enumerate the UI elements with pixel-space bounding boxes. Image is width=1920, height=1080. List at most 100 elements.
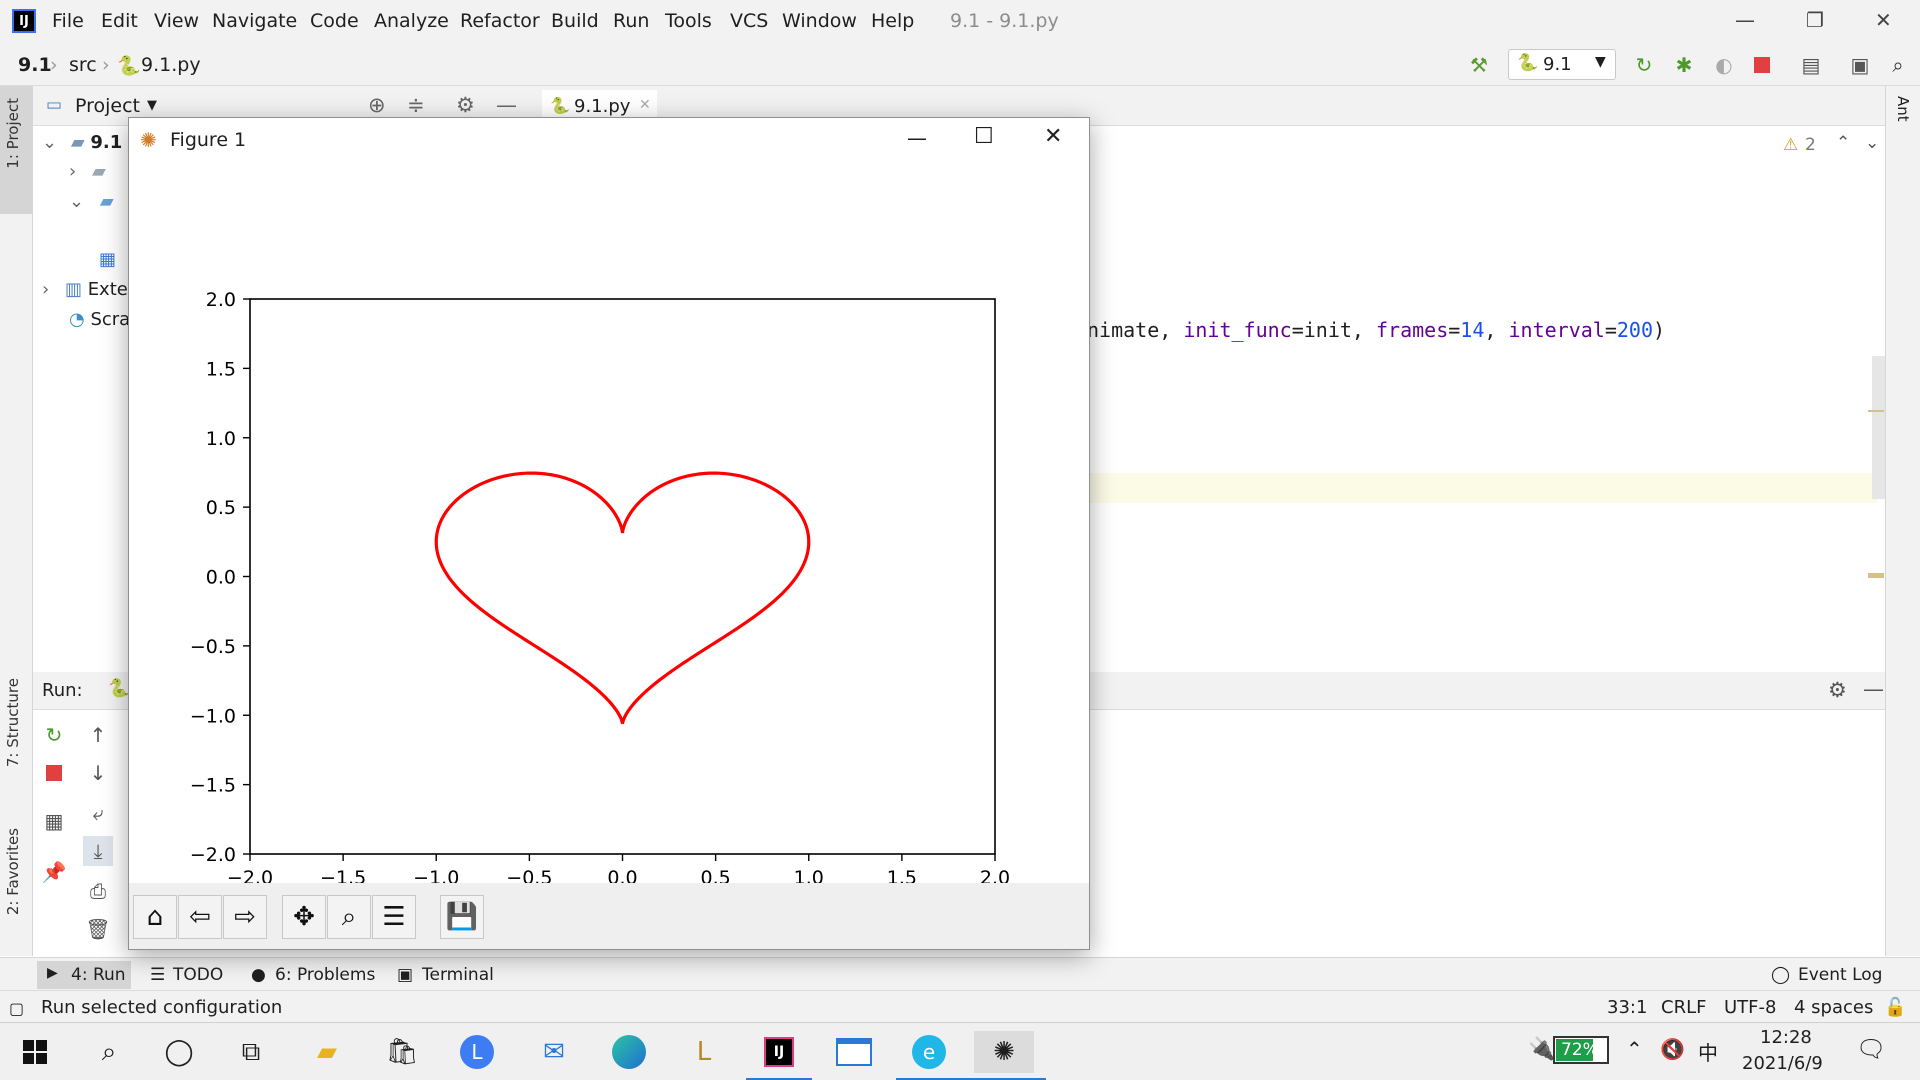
- menu-build[interactable]: Build: [551, 10, 599, 32]
- menu-analyze[interactable]: Analyze: [374, 10, 449, 32]
- tree-row-root[interactable]: ⌄ ▰ 9.1: [33, 132, 122, 153]
- file-encoding[interactable]: UTF-8: [1724, 997, 1776, 1018]
- code-line[interactable]: nimate, init_func=init, frames=14, inter…: [1087, 318, 1665, 342]
- editor-scrollbar[interactable]: [1872, 356, 1885, 499]
- line-separator[interactable]: CRLF: [1661, 997, 1706, 1018]
- power-plug-icon[interactable]: 🔌: [1528, 1037, 1555, 1062]
- tab-favorites[interactable]: 2: Favorites: [4, 828, 22, 915]
- breadcrumb-folder[interactable]: src: [69, 54, 97, 76]
- stop-icon[interactable]: [1748, 51, 1776, 79]
- tree-row-scratches[interactable]: ◔ Scra: [33, 309, 130, 330]
- configure-subplots-icon[interactable]: ☰: [372, 895, 416, 939]
- project-view-label[interactable]: Project: [75, 95, 140, 117]
- zoom-icon[interactable]: ⌕: [327, 895, 371, 939]
- tree-row-src[interactable]: ⌄ ▰: [33, 191, 114, 212]
- menu-navigate[interactable]: Navigate: [212, 10, 297, 32]
- close-tab-icon[interactable]: ✕: [639, 97, 651, 113]
- pin-icon[interactable]: 📌: [39, 857, 69, 887]
- menu-vcs[interactable]: VCS: [730, 10, 768, 32]
- battery-indicator[interactable]: 72%: [1553, 1036, 1609, 1064]
- tab-todo[interactable]: TODO: [173, 965, 223, 985]
- menu-view[interactable]: View: [154, 10, 199, 32]
- arrow-down-icon[interactable]: ↓: [83, 758, 113, 788]
- menu-code[interactable]: Code: [310, 10, 359, 32]
- print-icon[interactable]: ⎙: [83, 876, 113, 906]
- menu-refactor[interactable]: Refactor: [460, 10, 540, 32]
- build-hammer-icon[interactable]: ⚒: [1465, 51, 1493, 79]
- lark-icon[interactable]: L: [456, 1031, 498, 1073]
- task-view-icon[interactable]: ⧉: [230, 1031, 272, 1073]
- hide-icon[interactable]: —: [496, 93, 517, 117]
- back-arrow-icon[interactable]: ⇦: [178, 895, 222, 939]
- edge-icon[interactable]: [608, 1031, 650, 1073]
- minimize-icon[interactable]: —: [1735, 8, 1755, 32]
- maximize-icon[interactable]: ☐: [974, 124, 994, 149]
- tab-run[interactable]: ▶ 4: Run: [37, 961, 131, 989]
- window-app-icon[interactable]: [833, 1031, 875, 1073]
- chevron-up-icon[interactable]: ⌃: [1626, 1037, 1643, 1061]
- scroll-to-end-icon[interactable]: ⤓: [83, 836, 113, 866]
- rerun-icon[interactable]: ↻: [1630, 51, 1658, 79]
- save-icon[interactable]: 💾: [440, 895, 484, 939]
- soft-wrap-icon[interactable]: ⤶: [83, 798, 113, 828]
- menu-run[interactable]: Run: [613, 10, 649, 32]
- cortana-icon[interactable]: ◯: [158, 1031, 200, 1073]
- mail-icon[interactable]: ✉: [533, 1031, 575, 1073]
- restore-icon[interactable]: ❐: [1806, 8, 1824, 32]
- input-method[interactable]: 中: [1698, 1037, 1718, 1066]
- debug-bug-icon[interactable]: ✱: [1670, 51, 1698, 79]
- tab-structure[interactable]: 7: Structure: [4, 678, 22, 767]
- breadcrumb-file[interactable]: 9.1.py: [141, 54, 201, 76]
- windows-start-icon[interactable]: [14, 1031, 56, 1073]
- pan-icon[interactable]: ✥: [282, 895, 326, 939]
- chevron-down-icon[interactable]: ▼: [147, 98, 157, 113]
- menu-edit[interactable]: Edit: [101, 10, 138, 32]
- search-icon[interactable]: ⌕: [1884, 51, 1912, 79]
- trash-icon[interactable]: 🗑: [83, 914, 113, 944]
- tree-row-folder[interactable]: › ▰: [33, 161, 106, 182]
- lock-icon[interactable]: 🔓: [1884, 997, 1906, 1018]
- tab-ant[interactable]: Ant: [1894, 96, 1912, 122]
- arrow-up-icon[interactable]: ↑: [83, 720, 113, 750]
- coverage-icon[interactable]: ◐: [1710, 51, 1738, 79]
- tree-row-external-libraries[interactable]: › ▥ Exte: [33, 279, 128, 300]
- close-icon[interactable]: ✕: [1044, 124, 1062, 149]
- tab-project[interactable]: 1: Project: [4, 98, 22, 169]
- tab-terminal[interactable]: Terminal: [422, 965, 494, 985]
- breadcrumb-project[interactable]: 9.1: [18, 54, 52, 76]
- clock-date[interactable]: 2021/6/9: [1742, 1053, 1823, 1074]
- minimize-icon[interactable]: —: [907, 126, 927, 150]
- tab-event-log[interactable]: Event Log: [1798, 965, 1882, 985]
- run-config-selector[interactable]: 🐍 9.1 ▼: [1508, 49, 1616, 80]
- gear-icon[interactable]: ⚙: [456, 93, 475, 117]
- menu-window[interactable]: Window: [782, 10, 857, 32]
- run-anything-icon[interactable]: ▣: [1846, 51, 1874, 79]
- menu-help[interactable]: Help: [871, 10, 914, 32]
- league-of-legends-icon[interactable]: L: [683, 1031, 725, 1073]
- close-icon[interactable]: ✕: [1875, 8, 1892, 32]
- gear-icon[interactable]: ⚙: [1828, 678, 1847, 702]
- clock-time[interactable]: 12:28: [1760, 1027, 1812, 1048]
- indent-setting[interactable]: 4 spaces: [1794, 997, 1873, 1018]
- notification-icon[interactable]: 🗨: [1856, 1035, 1886, 1063]
- search-icon[interactable]: ⌕: [88, 1031, 130, 1073]
- forward-arrow-icon[interactable]: ⇨: [223, 895, 267, 939]
- menu-file[interactable]: File: [52, 10, 84, 32]
- layout-icon[interactable]: ▦: [39, 806, 69, 836]
- intellij-icon[interactable]: IJ: [746, 1031, 812, 1080]
- tree-row-file[interactable]: ▦: [33, 249, 116, 270]
- tab-problems[interactable]: 6: Problems: [275, 965, 375, 985]
- project-structure-icon[interactable]: ▤: [1797, 51, 1825, 79]
- hide-icon[interactable]: —: [1863, 677, 1884, 701]
- collapse-all-icon[interactable]: ≑: [407, 93, 425, 117]
- file-explorer-icon[interactable]: ▰: [306, 1031, 348, 1073]
- matplotlib-figure-task-icon[interactable]: ✺: [962, 1031, 1046, 1080]
- warning-icon[interactable]: ⚠: [1783, 135, 1798, 155]
- home-icon[interactable]: ⌂: [133, 895, 177, 939]
- store-icon[interactable]: 🛍: [381, 1031, 423, 1073]
- caret-position[interactable]: 33:1: [1607, 997, 1647, 1018]
- chevron-up-icon[interactable]: ⌃: [1836, 133, 1850, 153]
- status-toggle-icon[interactable]: ▢: [9, 999, 24, 1018]
- chevron-down-icon[interactable]: ⌄: [1865, 133, 1879, 153]
- volume-muted-icon[interactable]: 🔇: [1660, 1037, 1685, 1061]
